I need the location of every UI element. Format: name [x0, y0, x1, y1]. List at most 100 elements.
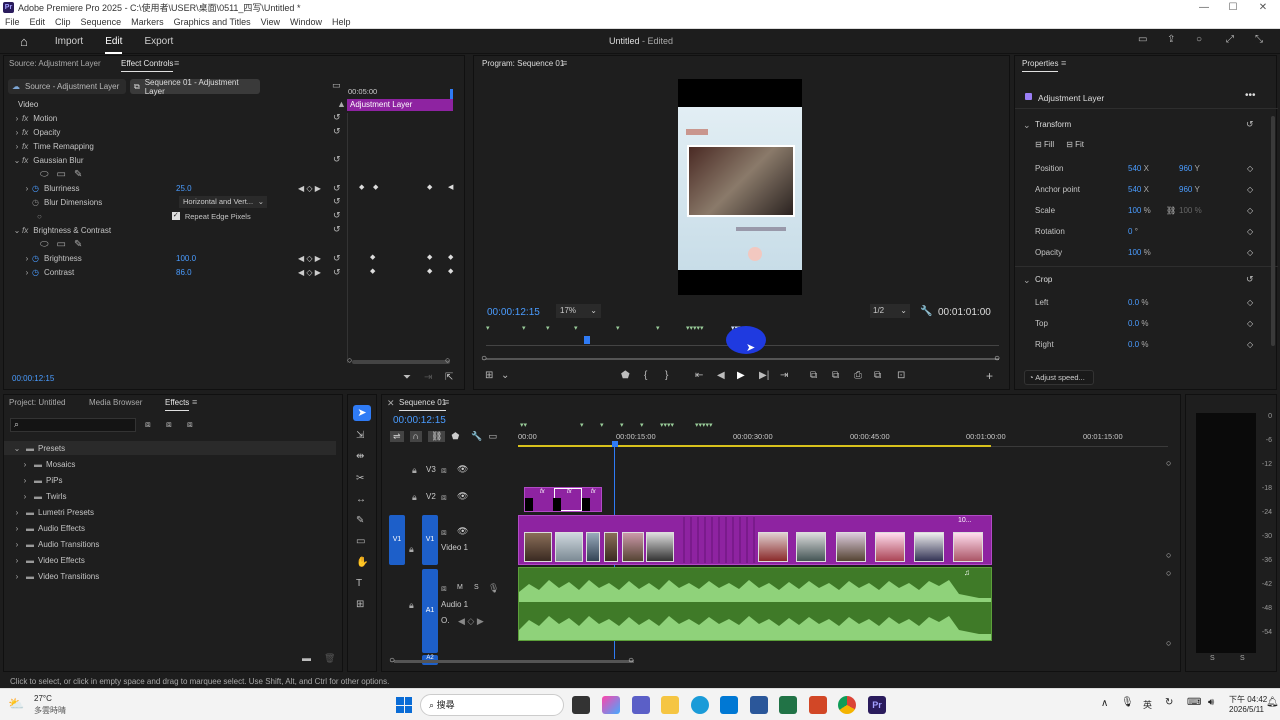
32bit-effects-icon[interactable]: ⧈ — [166, 419, 172, 430]
keyframe-icon[interactable]: ◆ — [427, 253, 432, 261]
reset-icon[interactable]: ↺ — [333, 210, 341, 221]
mark-in-icon[interactable]: { — [644, 370, 647, 381]
rect-mask-icon[interactable]: ▭ — [57, 169, 66, 180]
chevron-down-icon[interactable]: ⌄ — [1023, 275, 1031, 286]
keyframe-toggle-icon[interactable]: ◇ — [1247, 298, 1253, 307]
marker-icon[interactable]: ▾ — [656, 324, 660, 332]
program-zoom-scrollbar[interactable] — [486, 358, 999, 360]
tree-item-pips[interactable]: › ▬ PiPs — [20, 473, 63, 487]
marker-icon[interactable]: ▾▾▾▾▾ — [695, 421, 713, 429]
panel-menu-icon[interactable]: ≡ — [562, 58, 567, 68]
lock-icon[interactable]: 🔒︎ — [412, 465, 417, 476]
tree-item-audio-effects[interactable]: › ▬ Audio Effects — [12, 521, 85, 535]
crop-top-value[interactable]: 0.0 % — [1128, 319, 1148, 328]
opacity-value[interactable]: 100 % — [1128, 248, 1151, 257]
captions-icon[interactable]: ▭ — [489, 431, 498, 442]
stopwatch-icon[interactable]: ○ — [37, 212, 42, 221]
snap-icon[interactable]: ∩ — [409, 431, 423, 442]
volume-icon[interactable]: O. — [441, 616, 449, 625]
pen-mask-icon[interactable]: ✎ — [74, 239, 82, 250]
fullscreen-icon[interactable]: ⤡ — [1255, 34, 1263, 45]
effect-row-gaussian-blur[interactable]: ⌄ fx Gaussian Blur — [12, 153, 84, 167]
keyframe-nav-icon[interactable]: ◀ ◇ ▶ — [298, 254, 321, 263]
tab-effect-controls[interactable]: Effect Controls — [121, 59, 174, 72]
reset-icon[interactable]: ↺ — [333, 154, 341, 165]
taskbar-search[interactable]: ⌕ 搜尋 — [420, 694, 564, 716]
lock-icon[interactable]: 🔒︎ — [409, 600, 414, 611]
sequence-selector[interactable]: ⧉ Sequence 01 - Adjustment Layer — [130, 78, 260, 96]
chevron-right-icon[interactable]: › — [12, 128, 22, 137]
timeline-tab[interactable]: Sequence 01 — [399, 398, 447, 411]
menu-sequence[interactable]: Sequence — [81, 17, 122, 27]
mini-zoom-scrollbar[interactable] — [352, 360, 450, 364]
reset-icon[interactable]: ↺ — [333, 196, 341, 207]
minimize-icon[interactable]: — — [1190, 0, 1218, 15]
lift-icon[interactable]: ⧉ — [810, 370, 817, 381]
marker-icon[interactable]: ▾▾▾▾▾ — [686, 324, 704, 332]
crop-right-value[interactable]: 0.0 % — [1128, 340, 1148, 349]
stopwatch-icon[interactable]: ◷ — [32, 198, 39, 207]
keyframe-toggle-icon[interactable]: ◇ — [1247, 227, 1253, 236]
mini-clip-adjustment-layer[interactable]: Adjustment Layer — [347, 99, 453, 111]
yuv-effects-icon[interactable]: ⧈ — [187, 419, 193, 430]
mini-timeline-toggle-icon[interactable]: ▭ — [332, 80, 341, 91]
reset-icon[interactable]: ↺ — [1246, 274, 1254, 285]
step-back-icon[interactable]: ◀ — [717, 370, 725, 381]
wrench-icon[interactable]: 🔧 — [471, 431, 482, 442]
tree-item-video-transitions[interactable]: › ▬ Video Transitions — [12, 569, 100, 583]
marker-icon[interactable]: ▾▾ — [520, 421, 527, 429]
timeline-horizontal-scrollbar[interactable] — [394, 660, 634, 663]
clip-thumbnail[interactable] — [555, 532, 583, 562]
chevron-right-icon[interactable]: › — [20, 492, 30, 501]
extract-icon[interactable]: ⧉ — [832, 370, 839, 381]
play-audio-icon[interactable]: ⇥ — [424, 372, 432, 383]
trash-icon[interactable]: 🗑 — [324, 653, 335, 664]
pen-mask-icon[interactable]: ✎ — [74, 169, 82, 180]
add-marker-icon[interactable]: ⬟ — [621, 370, 630, 381]
menu-file[interactable]: File — [5, 17, 20, 27]
effect-row-brightness-contrast[interactable]: ⌄ fx Brightness & Contrast — [12, 223, 111, 237]
ellipse-mask-icon[interactable]: ⬭ — [40, 239, 49, 250]
track-select-tool-icon[interactable]: ⇲ — [356, 430, 364, 441]
source-patch-v1[interactable]: V1 — [389, 515, 405, 565]
clip-thumbnail[interactable] — [875, 532, 905, 562]
caption-tool-icon[interactable]: ⊞ — [356, 599, 364, 610]
keyframe-toggle-icon[interactable]: ◇ — [1247, 248, 1253, 257]
keyframe-toggle-icon[interactable]: ◇ — [1247, 164, 1253, 173]
maximize-icon[interactable]: ☐ — [1219, 0, 1247, 15]
crop-left-value[interactable]: 0.0 % — [1128, 298, 1148, 307]
close-icon[interactable]: ✕ — [387, 398, 395, 409]
nest-icon[interactable]: ⇌ — [390, 431, 404, 442]
start-button-icon[interactable] — [396, 697, 412, 713]
task-view-icon[interactable] — [572, 696, 590, 714]
track-target-v1[interactable]: V1 — [422, 515, 438, 565]
fx-icon[interactable]: fx — [22, 142, 28, 151]
stopwatch-icon[interactable]: ◷ — [32, 268, 39, 277]
lock-icon[interactable]: 🔒︎ — [409, 544, 414, 555]
clip-thumbnail[interactable] — [953, 532, 983, 562]
edge-icon[interactable] — [691, 696, 709, 714]
chevron-right-icon[interactable]: › — [20, 476, 30, 485]
razor-tool-icon[interactable]: ✂ — [356, 473, 364, 484]
marker-icon[interactable]: ▾ — [486, 324, 490, 332]
chevron-right-icon[interactable]: › — [22, 268, 32, 277]
chevron-right-icon[interactable]: › — [12, 508, 22, 517]
add-button-icon[interactable]: + — [986, 369, 993, 383]
video-frame[interactable] — [678, 79, 802, 295]
copilot-icon[interactable] — [602, 696, 620, 714]
eye-icon[interactable]: 👁︎ — [457, 464, 468, 475]
fit-button[interactable]: ⊟ Fit — [1066, 140, 1084, 149]
marker-icon[interactable]: ▾ — [580, 421, 584, 429]
powerpoint-icon[interactable] — [809, 696, 827, 714]
chevron-right-icon[interactable]: › — [20, 460, 30, 469]
keyframe-icon[interactable]: ◆ — [370, 267, 375, 275]
chevron-right-icon[interactable]: › — [12, 524, 22, 533]
a1-audio-clip[interactable] — [518, 567, 992, 641]
clip-thumbnail[interactable] — [796, 532, 826, 562]
link-icon[interactable]: ⛓ — [1166, 206, 1176, 215]
panel-menu-icon[interactable]: ≡ — [1061, 58, 1066, 68]
keyframe-toggle-icon[interactable]: ◇ — [1247, 206, 1253, 215]
rect-mask-icon[interactable]: ▭ — [57, 239, 66, 250]
eye-icon[interactable]: 👁︎ — [457, 526, 468, 537]
file-explorer-icon[interactable] — [661, 696, 679, 714]
